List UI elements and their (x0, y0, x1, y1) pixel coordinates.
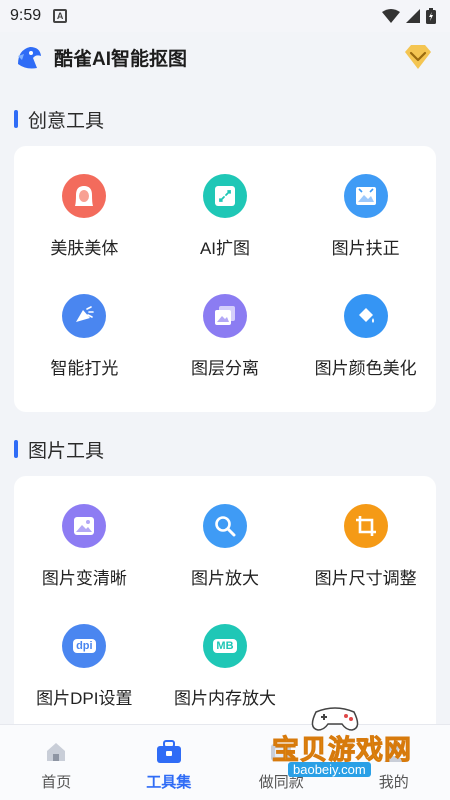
image-tools-section: 图片工具 图片变清晰 图片放大 图片尺寸调整 dpi 图片DPI设置 MB 图片… (0, 426, 450, 742)
tool-grid: 图片变清晰 图片放大 图片尺寸调整 dpi 图片DPI设置 MB 图片内存放大 (14, 476, 436, 742)
tool-label: 图片扶正 (331, 239, 400, 258)
tool-straighten[interactable]: 图片扶正 (295, 162, 436, 282)
tool-ai-expand[interactable]: AI扩图 (155, 162, 296, 282)
magnifier-icon (202, 504, 247, 548)
tab-label: 工具集 (146, 774, 192, 791)
tab-home[interactable]: 首页 (0, 725, 113, 800)
straighten-icon (343, 174, 388, 218)
section-marker (14, 110, 18, 128)
vip-button[interactable] (402, 41, 434, 73)
layers-icon (202, 294, 247, 338)
section-marker (14, 440, 18, 458)
profile-icon (381, 739, 407, 765)
notification-icon: A (53, 9, 68, 23)
tool-label: 图片放大 (190, 569, 259, 588)
wifi-icon (382, 9, 400, 23)
toolbox-icon (156, 739, 182, 765)
tool-label: 美肤美体 (50, 239, 119, 258)
paint-bucket-icon (343, 294, 388, 338)
app-header: 酷雀AI智能抠图 (0, 32, 450, 82)
expand-icon (202, 174, 247, 218)
tool-grid: 美肤美体 AI扩图 图片扶正 智能打光 图层分离 图片颜色美化 (14, 146, 436, 412)
tool-sharpen[interactable]: 图片变清晰 (14, 492, 155, 612)
tool-filesize[interactable]: MB 图片内存放大 (155, 612, 296, 732)
tool-label: 图片变清晰 (41, 569, 127, 588)
section-title: 创意工具 (28, 110, 105, 132)
template-icon (268, 739, 294, 765)
tool-label: 图片内存放大 (173, 689, 276, 708)
light-icon (62, 294, 107, 338)
status-bar: 9:59 A (0, 0, 450, 32)
creative-tools-section: 创意工具 美肤美体 AI扩图 图片扶正 智能打光 图层分离 图片颜色美化 (0, 96, 450, 412)
tab-template[interactable]: 做同款 (225, 725, 338, 800)
battery-icon (426, 8, 436, 24)
tool-label: AI扩图 (199, 239, 251, 258)
tool-enlarge[interactable]: 图片放大 (155, 492, 296, 612)
tab-toolbox[interactable]: 工具集 (113, 725, 226, 800)
home-icon (43, 739, 69, 765)
tab-profile[interactable]: 我的 (338, 725, 450, 800)
tool-layer-separate[interactable]: 图层分离 (155, 282, 296, 402)
mb-icon: MB (202, 624, 247, 668)
tool-color-enhance[interactable]: 图片颜色美化 (295, 282, 436, 402)
face-icon (62, 174, 107, 218)
tool-label: 图片尺寸调整 (314, 569, 417, 588)
signal-icon (406, 9, 420, 23)
status-time: 9:59 (10, 7, 42, 24)
bottom-tab-bar: 首页 工具集 做同款 我的 (0, 724, 450, 800)
tab-label: 做同款 (258, 774, 304, 791)
tool-label: 智能打光 (50, 359, 119, 378)
app-logo-icon (18, 47, 41, 69)
tool-beauty[interactable]: 美肤美体 (14, 162, 155, 282)
tab-label: 首页 (41, 774, 72, 791)
tool-dpi[interactable]: dpi 图片DPI设置 (14, 612, 155, 732)
dpi-icon: dpi (62, 624, 107, 668)
section-title: 图片工具 (28, 440, 105, 462)
tool-resize[interactable]: 图片尺寸调整 (295, 492, 436, 612)
tab-label: 我的 (378, 774, 409, 791)
tool-smart-light[interactable]: 智能打光 (14, 282, 155, 402)
image-icon (62, 504, 107, 548)
tool-label: 图片DPI设置 (36, 689, 133, 708)
app-title: 酷雀AI智能抠图 (54, 48, 188, 70)
tool-label: 图片颜色美化 (314, 359, 417, 378)
crop-icon (343, 504, 388, 548)
tool-label: 图层分离 (190, 359, 259, 378)
diamond-icon (405, 45, 431, 69)
